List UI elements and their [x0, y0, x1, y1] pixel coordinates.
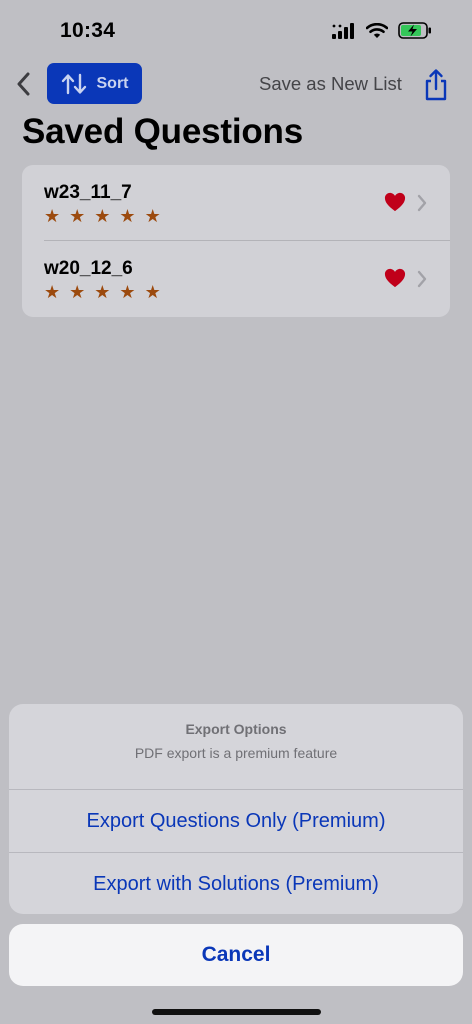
sort-arrows-icon [61, 73, 86, 94]
save-as-new-list-button[interactable]: Save as New List [259, 73, 402, 95]
chevron-left-icon [17, 72, 30, 96]
star-icon: ★ [119, 206, 136, 226]
export-with-solutions-button[interactable]: Export with Solutions (Premium) [9, 853, 463, 914]
list-item[interactable]: w23_11_7 ★ ★ ★ ★ ★ [22, 165, 450, 241]
sheet-title: Export Options [185, 721, 287, 737]
home-indicator[interactable] [152, 1009, 321, 1015]
star-icon: ★ [144, 206, 161, 226]
heart-icon[interactable] [384, 267, 406, 289]
star-icon: ★ [144, 282, 161, 302]
heart-icon[interactable] [384, 191, 406, 213]
chevron-right-icon [417, 194, 427, 212]
star-icon: ★ [94, 206, 111, 226]
back-button[interactable] [10, 68, 36, 100]
saved-questions-list: w23_11_7 ★ ★ ★ ★ ★ w20_12_6 ★ ★ ★ ★ ★ [22, 165, 450, 317]
export-options-sheet: Export Options PDF export is a premium f… [9, 704, 463, 914]
sort-button[interactable]: Sort [47, 63, 142, 104]
star-icon: ★ [119, 282, 136, 302]
star-icon: ★ [69, 206, 86, 226]
wifi-icon [366, 22, 388, 38]
cancel-button[interactable]: Cancel [9, 924, 463, 986]
battery-charging-icon [398, 22, 431, 39]
cellular-signal-icon [332, 22, 354, 39]
page-title: Saved Questions [22, 112, 303, 151]
star-icon: ★ [94, 282, 111, 302]
star-icon: ★ [44, 282, 61, 302]
star-icon: ★ [44, 206, 61, 226]
sheet-header: Export Options PDF export is a premium f… [9, 704, 463, 789]
status-bar: 10:34 [0, 0, 472, 60]
status-time: 10:34 [60, 19, 116, 42]
navigation-bar: Sort Save as New List [0, 62, 472, 106]
star-rating: ★ ★ ★ ★ ★ [44, 207, 161, 225]
star-rating: ★ ★ ★ ★ ★ [44, 283, 161, 301]
export-questions-only-button[interactable]: Export Questions Only (Premium) [9, 790, 463, 852]
share-button[interactable] [422, 68, 450, 102]
question-title: w20_12_6 [44, 258, 133, 279]
share-icon [425, 69, 447, 101]
chevron-right-icon [417, 270, 427, 288]
sheet-subtitle: PDF export is a premium feature [134, 745, 338, 761]
status-icons [332, 22, 432, 39]
list-item[interactable]: w20_12_6 ★ ★ ★ ★ ★ [22, 241, 450, 317]
star-icon: ★ [69, 282, 86, 302]
question-title: w23_11_7 [44, 182, 132, 203]
sort-label: Sort [96, 74, 129, 92]
